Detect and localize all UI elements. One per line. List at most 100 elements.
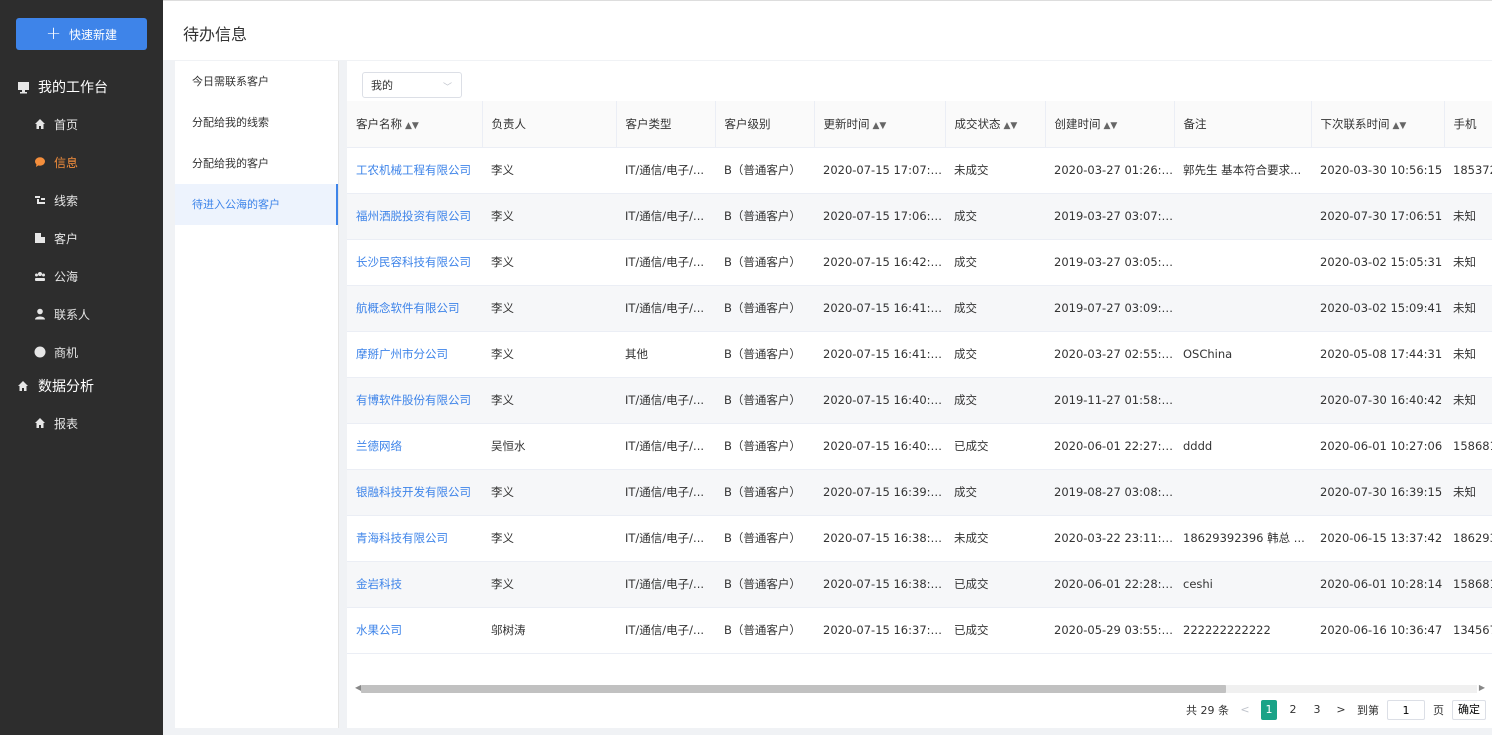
table-cell: 未知 [1444, 469, 1492, 516]
table-row[interactable]: 水果公司 邬树涛 IT/通信/电子/... B（普通客户） 2020-07-15 16:… [347, 607, 1492, 654]
customer-table: 客户名称 ▲▼ 负责人 客户类型 客户级别 更新时间 ▲▼ 成交状态 ▲▼ 创建时间 ▲… [347, 101, 1492, 681]
sort-icon[interactable]: ▲▼ [1004, 121, 1018, 131]
sort-icon[interactable]: ▲▼ [1393, 121, 1407, 131]
table-row[interactable]: 青海科技有限公司 李义 IT/通信/电子/... B（普通客户） 2020-07-15 … [347, 515, 1492, 562]
scrollbar-thumb[interactable] [361, 685, 1226, 693]
table-row[interactable]: 长沙民容科技有限公司 李义 IT/通信/电子/... B（普通客户） 2020-07-1… [347, 239, 1492, 286]
table-cell: 2020-03-30 10:56:15 [1311, 147, 1444, 194]
table-row[interactable]: 有博软件股份有限公司 李义 IT/通信/电子/... B（普通客户） 2020-07-1… [347, 377, 1492, 424]
table-cell: 李义 [482, 239, 616, 286]
filter-pending-sea[interactable]: 待进入公海的客户 [175, 184, 338, 225]
pagination: 共 29 条 < 1 2 3 > 到第 页 确定 [1186, 699, 1492, 721]
nav-group-analysis[interactable]: 数据分析 [0, 367, 163, 405]
horizontal-scrollbar[interactable]: ◀ ▶ [355, 683, 1485, 695]
sidebar-item-report[interactable]: 报表 [0, 404, 163, 442]
table-row[interactable]: 航概念软件有限公司 李义 IT/通信/电子/... B（普通客户） 2020-07-15… [347, 285, 1492, 332]
table-cell: 222222222222 [1174, 607, 1311, 654]
prev-page-button[interactable]: < [1237, 700, 1253, 720]
table-cell: 已成交 [945, 423, 1045, 470]
table-cell: IT/通信/电子/... [616, 147, 715, 194]
column-header[interactable]: 创建时间 ▲▼ [1045, 101, 1175, 148]
customer-name-link[interactable]: 青海科技有限公司 [347, 515, 482, 562]
customer-name-link[interactable]: 金岩科技 [347, 561, 482, 608]
sidebar-item-message[interactable]: 信息 [0, 143, 163, 181]
column-header[interactable]: 成交状态 ▲▼ [945, 101, 1046, 148]
table-row[interactable]: 工农机械工程有限公司 李义 IT/通信/电子/... B（普通客户） 2020-07-1… [347, 147, 1492, 194]
sidebar-item-opportunity[interactable]: 商机 [0, 333, 163, 371]
sidebar-item-lead[interactable]: 线索 [0, 181, 163, 219]
table-cell: dddd [1174, 423, 1311, 470]
table-cell: 2020-07-15 17:07:08 [814, 147, 945, 194]
table-cell: B（普通客户） [715, 377, 814, 424]
sort-icon[interactable]: ▲▼ [1104, 121, 1118, 131]
table-cell: 2020-07-15 16:37:49 [814, 607, 945, 654]
table-cell: 未知 [1444, 193, 1492, 240]
table-row[interactable]: 福州洒脱投资有限公司 李义 IT/通信/电子/... B（普通客户） 2020-07-1… [347, 193, 1492, 240]
table-row[interactable]: 摩掰广州市分公司 李义 其他 B（普通客户） 2020-07-15 16:41:07 成交… [347, 331, 1492, 378]
column-header[interactable]: 下次联系时间 ▲▼ [1311, 101, 1445, 148]
customer-name-link[interactable]: 银融科技开发有限公司 [347, 469, 482, 516]
next-page-button[interactable]: > [1333, 700, 1349, 720]
table-cell: 邬树涛 [482, 607, 616, 654]
table-row[interactable]: 兰德网络 吴恒水 IT/通信/电子/... B（普通客户） 2020-07-15 16:… [347, 423, 1492, 470]
sidebar-item-home[interactable]: 首页 [0, 105, 163, 143]
table-cell: 2020-07-30 17:06:51 [1311, 193, 1444, 240]
customer-name-link[interactable]: 兰德网络 [347, 423, 482, 470]
filter-assigned-customers[interactable]: 分配给我的客户 [175, 143, 338, 184]
table-cell: 2019-08-27 03:08:50 [1045, 469, 1174, 516]
page-2-button[interactable]: 2 [1285, 700, 1301, 720]
monitor-icon [16, 80, 30, 94]
table-header-row: 客户名称 ▲▼ 负责人 客户类型 客户级别 更新时间 ▲▼ 成交状态 ▲▼ 创建时间 ▲… [347, 101, 1492, 148]
sidebar-item-sea[interactable]: 公海 [0, 257, 163, 295]
customer-name-link[interactable]: 航概念软件有限公司 [347, 285, 482, 332]
table-cell: 2020-07-30 16:40:42 [1311, 377, 1444, 424]
table-cell: B（普通客户） [715, 515, 814, 562]
table-row[interactable]: 金岩科技 李义 IT/通信/电子/... B（普通客户） 2020-07-15 16:3… [347, 561, 1492, 608]
confirm-button[interactable]: 确定 [1452, 700, 1486, 720]
table-cell: 2020-07-30 16:39:15 [1311, 469, 1444, 516]
sidebar-item-label: 首页 [54, 117, 79, 132]
nav-group-workbench[interactable]: 我的工作台 [0, 68, 163, 106]
table-cell: 2020-07-15 16:38:54 [814, 515, 945, 562]
sidebar-item-contact[interactable]: 联系人 [0, 295, 163, 333]
table-cell: 2020-03-27 02:55:54 [1045, 331, 1174, 378]
page-3-button[interactable]: 3 [1309, 700, 1325, 720]
page-1-button[interactable]: 1 [1261, 700, 1277, 720]
table-cell: B（普通客户） [715, 561, 814, 608]
table-cell: 已成交 [945, 607, 1045, 654]
home-icon [16, 379, 30, 393]
column-header[interactable]: 更新时间 ▲▼ [814, 101, 946, 148]
table-cell: IT/通信/电子/... [616, 193, 715, 240]
scope-select[interactable]: 我的 ﹀ [362, 72, 462, 98]
table-cell: 李义 [482, 193, 616, 240]
table-cell: 2020-07-15 17:06:52 [814, 193, 945, 240]
scroll-right-icon[interactable]: ▶ [1479, 683, 1485, 692]
customer-name-link[interactable]: 工农机械工程有限公司 [347, 147, 482, 194]
table-cell: 2020-06-01 10:27:06 [1311, 423, 1444, 470]
customer-name-link[interactable]: 福州洒脱投资有限公司 [347, 193, 482, 240]
customer-name-link[interactable]: 水果公司 [347, 607, 482, 654]
customer-name-link[interactable]: 摩掰广州市分公司 [347, 331, 482, 378]
filter-assigned-leads[interactable]: 分配给我的线索 [175, 102, 338, 143]
table-cell: 成交 [945, 285, 1045, 332]
table-cell: IT/通信/电子/... [616, 561, 715, 608]
column-header: 备注 [1174, 101, 1312, 148]
table-row[interactable]: 银融科技开发有限公司 李义 IT/通信/电子/... B（普通客户） 2020-07-1… [347, 469, 1492, 516]
column-header[interactable]: 客户名称 ▲▼ [347, 101, 483, 148]
table-cell: OSChina [1174, 331, 1311, 378]
customer-name-link[interactable]: 长沙民容科技有限公司 [347, 239, 482, 286]
goto-page-input[interactable] [1387, 700, 1425, 720]
sort-icon[interactable]: ▲▼ [873, 121, 887, 131]
table-cell: IT/通信/电子/... [616, 423, 715, 470]
table-cell: B（普通客户） [715, 285, 814, 332]
quick-create-button[interactable]: + 快速新建 [16, 18, 147, 50]
sort-icon[interactable]: ▲▼ [405, 121, 419, 131]
table-cell: 成交 [945, 331, 1045, 378]
table-cell: IT/通信/电子/... [616, 469, 715, 516]
filter-today-contact[interactable]: 今日需联系客户 [175, 61, 338, 102]
sidebar-item-customer[interactable]: 客户 [0, 219, 163, 257]
home-icon [34, 118, 46, 130]
column-header: 客户级别 [715, 101, 815, 148]
table-cell: 李义 [482, 469, 616, 516]
customer-name-link[interactable]: 有博软件股份有限公司 [347, 377, 482, 424]
